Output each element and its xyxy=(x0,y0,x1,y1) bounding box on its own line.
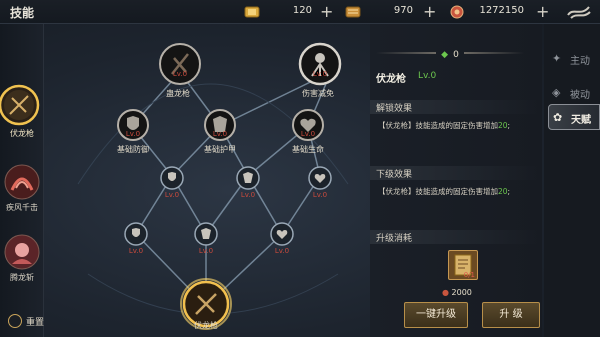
skill-list: 伏龙枪 疾风千击 腾龙斩 xyxy=(0,24,44,337)
skill-tab-fulong[interactable]: 伏龙枪 xyxy=(0,84,44,152)
reset-icon xyxy=(8,314,22,328)
upgrade-button[interactable]: 升 级 xyxy=(482,302,540,328)
small-armor-icon xyxy=(194,222,218,246)
node-r3-armor[interactable]: Lv.0 xyxy=(236,166,260,199)
node-basic-armor[interactable]: Lv.0 基础护甲 xyxy=(203,108,237,154)
dragon-emblem-icon[interactable] xyxy=(565,3,593,21)
small-heart-icon xyxy=(270,222,294,246)
label-damage-reduction: 伤害减免 xyxy=(302,89,334,98)
level-r3-armor: Lv.0 xyxy=(240,191,256,199)
page-title: 技能 xyxy=(10,6,35,20)
scroll-value: 970 xyxy=(393,5,413,16)
label-basic-defense: 基础防御 xyxy=(117,145,149,154)
top-bar: 技能 120 + 970 + 1272150 + xyxy=(0,0,600,24)
tab-passive-skill[interactable]: ◈ 被动 xyxy=(548,80,600,106)
label-gulong: 蛊龙枪 xyxy=(166,89,190,98)
node-r4-armor[interactable]: Lv.0 xyxy=(194,222,218,255)
skill-label-tenglong: 腾龙斩 xyxy=(10,273,34,282)
cost-coins: ● 2000 xyxy=(442,288,472,297)
item-count: 0/1 xyxy=(463,271,475,279)
add-scroll-button[interactable]: + xyxy=(423,2,436,21)
points-gem-icon: ◆ xyxy=(441,50,449,60)
jifeng-skill-icon xyxy=(4,164,40,200)
small-shield-icon xyxy=(160,166,184,190)
level-r3-shield: Lv.0 xyxy=(164,191,180,199)
node-fulong-selected[interactable]: 伏龙枪 xyxy=(180,278,232,330)
level-basic-armor: Lv.0 xyxy=(212,130,228,138)
skill-name: 伏龙枪 xyxy=(376,74,406,85)
talent-tree: Lv.0 蛊龙枪 Lv.0 伤害减免 Lv.0 基础防御 Lv.0 基础护甲 L… xyxy=(48,24,370,337)
fulong-skill-icon xyxy=(0,84,40,126)
shield-icon: ◈ xyxy=(552,86,561,99)
scroll-token-icon xyxy=(345,6,361,18)
level-basic-life: Lv.0 xyxy=(300,130,316,138)
side-tabs: ✦ 主动 ◈ 被动 ✿ 天赋 xyxy=(544,24,600,337)
skill-level: Lv.0 xyxy=(418,71,437,81)
label-fulong-selected: 伏龙枪 xyxy=(194,321,218,330)
unlock-description: 【伏龙枪】技能造成的固定伤害增加20; xyxy=(378,121,511,130)
dragon-spear-icon xyxy=(159,43,201,85)
reset-label: 重置 xyxy=(26,318,45,328)
talent-icon: ✿ xyxy=(553,111,563,124)
level-damage-reduction: Lv.0 xyxy=(312,70,328,78)
coin-icon xyxy=(450,5,464,19)
warrior-icon xyxy=(298,42,342,86)
node-r3-heart[interactable]: Lv.0 xyxy=(308,166,332,199)
level-r4-armor: Lv.0 xyxy=(198,247,214,255)
node-damage-reduction[interactable]: Lv.0 伤害减免 xyxy=(298,42,342,98)
skill-tab-jifeng[interactable]: 疾风千击 xyxy=(0,164,44,232)
tab-active-skill[interactable]: ✦ 主动 xyxy=(548,46,600,72)
skill-tab-tenglong[interactable]: 腾龙斩 xyxy=(0,234,44,302)
level-r4-shield: Lv.0 xyxy=(128,247,144,255)
next-description: 【伏龙枪】技能造成的固定伤害增加20; xyxy=(378,187,511,196)
level-basic-defense: Lv.0 xyxy=(125,130,141,138)
node-basic-life[interactable]: Lv.0 基础生命 xyxy=(291,108,325,154)
node-basic-defense[interactable]: Lv.0 基础防御 xyxy=(116,108,150,154)
one-key-upgrade-button[interactable]: 一键升级 xyxy=(404,302,468,328)
small-armor-icon xyxy=(236,166,260,190)
node-gulong[interactable]: Lv.0 蛊龙枪 xyxy=(158,42,202,98)
gold-ingot-icon xyxy=(244,6,260,18)
level-r4-heart: Lv.0 xyxy=(274,247,290,255)
tenglong-skill-icon xyxy=(4,234,40,270)
talent-points: ◆ 0 xyxy=(370,42,530,60)
add-gold-button[interactable]: + xyxy=(320,2,333,21)
add-coin-button[interactable]: + xyxy=(536,2,549,21)
detail-panel: ◆ 0 伏龙枪 Lv.0 解锁效果 【伏龙枪】技能造成的固定伤害增加20; 下级… xyxy=(370,24,542,337)
skill-label-jifeng: 疾风千击 xyxy=(6,203,38,212)
small-shield-icon xyxy=(124,222,148,246)
gold-value: 120 xyxy=(292,5,312,16)
node-r4-shield[interactable]: Lv.0 xyxy=(124,222,148,255)
cost-title: 升级消耗 xyxy=(376,234,413,244)
coin-icon: ● xyxy=(442,288,449,297)
sword-icon: ✦ xyxy=(552,52,562,65)
label-basic-armor: 基础护甲 xyxy=(204,145,236,154)
currency-gold: 120 + xyxy=(244,2,336,21)
level-gulong: Lv.0 xyxy=(172,70,188,78)
label-basic-life: 基础生命 xyxy=(292,145,324,154)
unlock-title: 解锁效果 xyxy=(376,104,413,114)
tab-talent[interactable]: ✿ 天赋 xyxy=(548,104,600,130)
skill-label-fulong: 伏龙枪 xyxy=(10,129,34,138)
node-r4-heart[interactable]: Lv.0 xyxy=(270,222,294,255)
currency-coin: 1272150 + xyxy=(450,2,556,21)
node-r3-shield[interactable]: Lv.0 xyxy=(160,166,184,199)
coin-value: 1272150 xyxy=(479,5,524,16)
skill-screen: 技能 120 + 970 + 1272150 + 伏龙枪 疾风千击 腾龙斩 重置… xyxy=(0,0,600,337)
cost-item-slot[interactable]: 0/1 xyxy=(448,250,478,280)
points-value: 0 xyxy=(453,50,459,60)
next-title: 下级效果 xyxy=(376,170,413,180)
level-r3-heart: Lv.0 xyxy=(312,191,328,199)
currency-scroll: 970 + xyxy=(345,2,437,21)
small-heart-icon xyxy=(308,166,332,190)
